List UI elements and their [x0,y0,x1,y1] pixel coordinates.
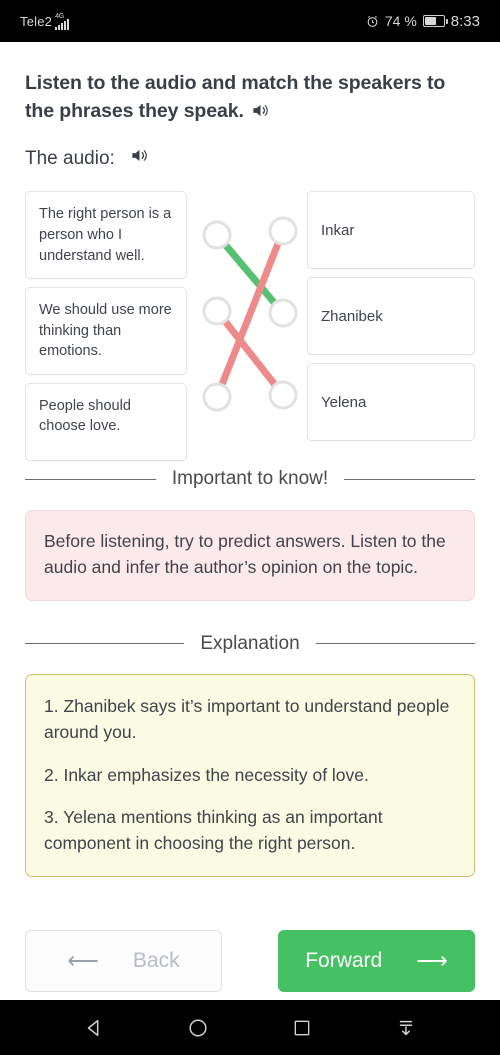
status-bar-right: 74 % 8:33 [366,13,480,30]
important-body-text: Before listening, try to predict answers… [44,531,446,578]
speaker-option[interactable]: Zhanibek [307,277,475,356]
divider-rule-left [25,478,156,480]
audio-row: The audio: [25,146,475,171]
connector-node-left [202,382,232,412]
explanation-item: 3. Yelena mentions thinking as an import… [44,806,383,854]
connector-node-right [268,298,298,328]
battery-percent-label: 74 % [384,13,417,29]
speaker-option[interactable]: Yelena [307,363,475,442]
speaker-icon[interactable] [129,146,150,171]
clock-label: 8:33 [450,12,480,30]
navigation-buttons: ⟵ Back Forward ⟶ [0,930,500,992]
explanation-heading: Explanation [200,632,300,654]
divider-rule-right [315,642,476,644]
speaker-option[interactable]: Inkar [307,191,475,270]
forward-button-label: Forward [305,949,383,972]
explanation-item: 2. Inkar emphasizes the necessity of lov… [44,764,369,785]
explanation-item: 1. Zhanibek says it’s important to under… [44,696,450,743]
explanation-divider: Explanation [25,631,476,657]
battery-icon [422,15,448,27]
android-navigation-bar [0,1000,500,1055]
divider-rule-left [25,642,185,644]
lesson-content: Listen to the audio and match the speake… [0,42,500,878]
forward-button[interactable]: Forward ⟶ [278,930,475,992]
triangle-back-icon[interactable] [81,1015,107,1041]
carrier-label: Tele2 [20,13,53,29]
arrow-left-icon: ⟵ [67,948,99,973]
square-recents-icon[interactable] [289,1015,315,1041]
audio-label: The audio: [25,147,115,169]
phone-screen: Tele2 4G 74 % 8:33 Listen to the audio a… [0,0,500,1055]
important-callout: Before listening, try to predict answers… [25,510,475,601]
divider-rule-right [344,478,476,480]
hide-navbar-icon[interactable] [393,1015,419,1041]
connector-node-right [268,216,298,246]
task-instruction-text: Listen to the audio and match the speake… [25,72,446,122]
connector-node-right [268,380,298,410]
status-bar-left: Tele2 4G [20,13,70,30]
arrow-right-icon: ⟶ [416,948,448,973]
speaker-column: Inkar Zhanibek Yelena [307,191,475,442]
explanation-callout: 1. Zhanibek says it’s important to under… [25,674,475,878]
circle-home-icon[interactable] [185,1015,211,1041]
connector-node-left [202,296,232,326]
important-heading: Important to know! [171,468,329,490]
connector-node-left [202,220,232,250]
page-title: Listen to the audio and match the speake… [25,70,475,128]
important-divider: Important to know! [25,466,476,492]
back-button-label: Back [132,949,180,972]
signal-bars-icon: 4G [55,13,70,30]
back-button[interactable]: ⟵ Back [25,930,222,992]
status-bar: Tele2 4G 74 % 8:33 [0,0,500,42]
speaker-icon[interactable] [250,101,271,129]
alarm-clock-icon [366,15,379,28]
matching-exercise: The right person is a person who I under… [25,191,475,461]
